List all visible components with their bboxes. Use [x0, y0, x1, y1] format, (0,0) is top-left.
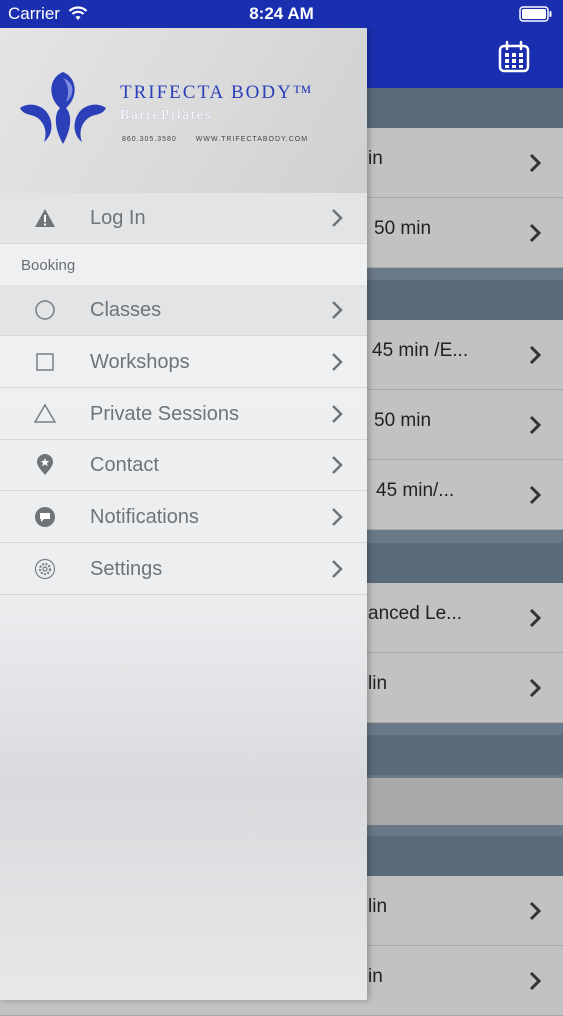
square-icon — [36, 353, 54, 371]
trifecta-logo-icon — [20, 72, 106, 144]
clock: 8:24 AM — [249, 4, 314, 23]
logo-title: TRIFECTA BODY™ — [120, 82, 314, 103]
chevron-right-icon — [332, 209, 343, 227]
chevron-right-icon — [529, 415, 542, 435]
logo-subtitle: BarrePilates — [120, 108, 213, 123]
logo-contact: 860.305.3580 WWW.TRIFECTABODY.COM — [122, 136, 324, 143]
list-item-title: 50 min — [374, 410, 432, 431]
battery-icon — [519, 6, 552, 22]
chevron-right-icon — [529, 153, 542, 173]
gear-icon — [34, 558, 56, 580]
chevron-right-icon — [529, 223, 542, 243]
chevron-right-icon — [332, 353, 343, 371]
list-item-title: in — [368, 148, 383, 169]
list-item-title: 50 min — [374, 218, 432, 239]
chevron-right-icon — [332, 405, 343, 423]
logo-website: WWW.TRIFECTABODY.COM — [195, 136, 309, 143]
triangle-icon — [34, 403, 56, 423]
chevron-right-icon — [529, 485, 542, 505]
list-item-title: lin — [368, 896, 388, 917]
menu-item-label: Contact — [90, 454, 159, 476]
menu-item-label: Notifications — [90, 506, 199, 528]
menu-item-label: Settings — [90, 558, 163, 580]
menu-item-label: Workshops — [90, 351, 190, 373]
list-item-title: in — [368, 966, 383, 987]
side-drawer: TRIFECTA BODY™ BarrePilates 860.305.3580… — [0, 28, 367, 1000]
list-item-title: 45 min/... — [376, 480, 455, 501]
menu-item-notifications[interactable]: Notifications — [0, 492, 367, 543]
menu-item-contact[interactable]: Contact — [0, 440, 367, 491]
chevron-right-icon — [529, 608, 542, 628]
list-item-title: lin — [368, 673, 388, 694]
chevron-right-icon — [332, 301, 343, 319]
chevron-right-icon — [529, 901, 542, 921]
chevron-right-icon — [529, 971, 542, 991]
location-pin-icon — [37, 454, 53, 475]
chevron-right-icon — [332, 508, 343, 526]
list-item-title: 45 min /E... — [372, 340, 469, 361]
menu-item-settings[interactable]: Settings — [0, 544, 367, 595]
menu-item-private-sessions[interactable]: Private Sessions — [0, 389, 367, 440]
status-bar: Carrier 8:24 AM — [0, 0, 563, 28]
chevron-right-icon — [332, 456, 343, 474]
chevron-right-icon — [529, 678, 542, 698]
menu-item-label: Classes — [90, 299, 162, 321]
drawer-header: TRIFECTA BODY™ BarrePilates 860.305.3580… — [0, 28, 367, 193]
chevron-right-icon — [332, 560, 343, 578]
menu-item-workshops[interactable]: Workshops — [0, 337, 367, 388]
list-item-title: anced Le... — [368, 603, 463, 624]
logo-phone: 860.305.3580 — [122, 136, 177, 143]
menu-item-login[interactable]: Log In — [0, 193, 367, 244]
calendar-icon[interactable] — [497, 40, 531, 74]
chat-bubble-icon — [35, 507, 55, 527]
chevron-right-icon — [529, 345, 542, 365]
menu-item-label: Log In — [90, 207, 146, 229]
circle-icon — [35, 300, 55, 320]
menu-item-classes[interactable]: Classes — [0, 285, 367, 336]
warning-icon — [35, 209, 55, 227]
section-label-booking: Booking — [21, 257, 76, 274]
menu-item-label: Private Sessions — [90, 403, 239, 425]
